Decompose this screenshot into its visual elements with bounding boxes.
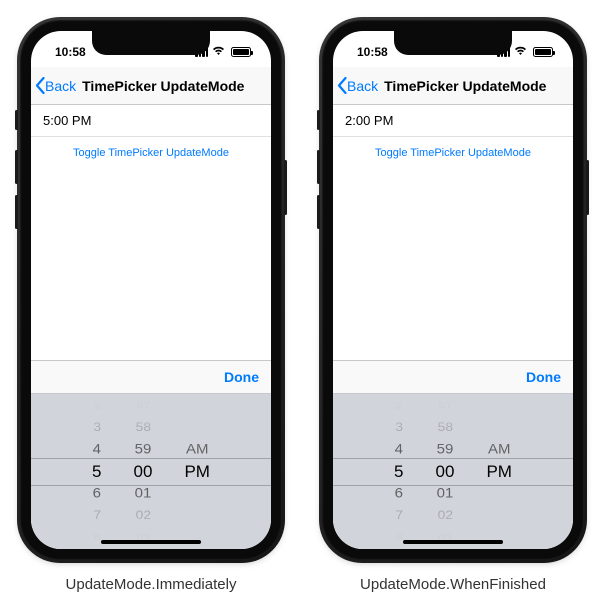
iphone-frame: 10:58 Back TimePicker UpdateMode (20, 20, 282, 560)
screen: 10:58 Back TimePicker UpdateMode (333, 31, 573, 549)
period-wheel[interactable]: AM PM (176, 395, 218, 549)
clock: 10:58 (349, 45, 388, 59)
clock: 10:58 (47, 45, 86, 59)
phone-right-wrapper: 10:58 Back TimePicker UpdateMode (322, 20, 584, 593)
screen: 10:58 Back TimePicker UpdateMode (31, 31, 271, 549)
battery-icon (231, 47, 251, 57)
phone-left-wrapper: 10:58 Back TimePicker UpdateMode (20, 20, 282, 593)
wheel-row-selected: 5 (394, 461, 403, 483)
wheel-row: 01 (135, 483, 152, 503)
wifi-icon (212, 46, 225, 59)
hour-wheel[interactable]: 2 3 4 5 6 7 8 (84, 395, 109, 549)
wheel-row-selected: 00 (134, 461, 153, 483)
picker-toolbar: Done (333, 360, 573, 394)
power-button (586, 160, 589, 215)
mute-switch (15, 110, 18, 130)
battery-icon (533, 47, 553, 57)
wheel-row: 02 (437, 507, 452, 524)
picker-wheels[interactable]: 2 3 4 5 6 7 8 57 58 59 00 01 02 (31, 394, 271, 549)
wheel-row: 3 (395, 419, 403, 436)
caption-left: UpdateMode.Immediately (66, 576, 237, 593)
wheel-row: AM (186, 439, 209, 459)
volume-down (317, 195, 320, 229)
navigation-bar: Back TimePicker UpdateMode (31, 67, 271, 105)
wheel-row-selected: PM (486, 461, 512, 483)
toggle-updatemode-button[interactable]: Toggle TimePicker UpdateMode (31, 137, 271, 169)
mute-switch (317, 110, 320, 130)
home-indicator[interactable] (101, 540, 201, 544)
back-label: Back (45, 78, 76, 94)
wheel-row: 2 (93, 399, 100, 412)
page-title: TimePicker UpdateMode (384, 78, 546, 94)
chevron-left-icon (337, 77, 347, 94)
volume-down (15, 195, 18, 229)
time-field[interactable]: 2:00 PM (333, 105, 573, 137)
wheel-row: 57 (438, 399, 452, 412)
done-button[interactable]: Done (526, 369, 561, 385)
done-button[interactable]: Done (224, 369, 259, 385)
time-picker: Done 2 3 4 5 6 7 8 57 58 (31, 360, 271, 549)
wheel-row: 7 (93, 507, 101, 524)
page-title: TimePicker UpdateMode (82, 78, 244, 94)
chevron-left-icon (35, 77, 45, 94)
minute-wheel[interactable]: 57 58 59 00 01 02 03 (126, 395, 161, 549)
wheel-row: 3 (93, 419, 101, 436)
wheel-row: 02 (135, 507, 150, 524)
wheel-row-selected: PM (184, 461, 210, 483)
wheel-row: 4 (93, 439, 101, 459)
wheel-row: 6 (93, 483, 101, 503)
wheel-row: 59 (135, 439, 152, 459)
wheel-row: 58 (135, 419, 150, 436)
power-button (284, 160, 287, 215)
notch (394, 31, 512, 55)
toggle-updatemode-button[interactable]: Toggle TimePicker UpdateMode (333, 137, 573, 169)
hour-wheel[interactable]: 2 3 4 5 6 7 8 (386, 395, 411, 549)
content-area (333, 169, 573, 360)
minute-wheel[interactable]: 57 58 59 00 01 02 03 (428, 395, 463, 549)
iphone-frame: 10:58 Back TimePicker UpdateMode (322, 20, 584, 560)
volume-up (15, 150, 18, 184)
wifi-icon (514, 46, 527, 59)
caption-right: UpdateMode.WhenFinished (360, 576, 546, 593)
navigation-bar: Back TimePicker UpdateMode (333, 67, 573, 105)
content-area (31, 169, 271, 360)
picker-wheels[interactable]: 2 3 4 5 6 7 8 57 58 59 00 01 02 (333, 394, 573, 549)
back-button[interactable]: Back (31, 77, 76, 94)
wheel-row: 7 (395, 507, 403, 524)
wheel-row: 6 (395, 483, 403, 503)
period-wheel[interactable]: AM PM (478, 395, 520, 549)
wheel-row: 2 (395, 399, 402, 412)
picker-toolbar: Done (31, 360, 271, 394)
back-label: Back (347, 78, 378, 94)
wheel-row: 58 (437, 419, 452, 436)
wheel-row: 59 (437, 439, 454, 459)
wheel-row-selected: 5 (92, 461, 101, 483)
time-field[interactable]: 5:00 PM (31, 105, 271, 137)
wheel-row: 57 (136, 399, 150, 412)
time-picker: Done 2 3 4 5 6 7 8 57 58 (333, 360, 573, 549)
back-button[interactable]: Back (333, 77, 378, 94)
wheel-row: 01 (437, 483, 454, 503)
notch (92, 31, 210, 55)
wheel-row: 8 (93, 531, 100, 544)
wheel-row: 4 (395, 439, 403, 459)
home-indicator[interactable] (403, 540, 503, 544)
wheel-row: AM (488, 439, 511, 459)
volume-up (317, 150, 320, 184)
wheel-row: 8 (395, 531, 402, 544)
wheel-row-selected: 00 (436, 461, 455, 483)
